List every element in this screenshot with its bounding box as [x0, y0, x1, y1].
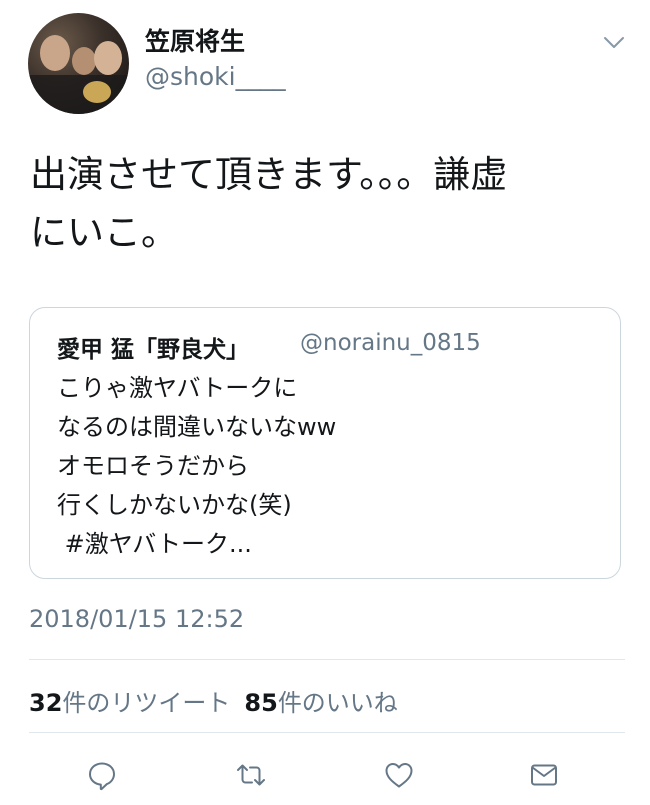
avatar[interactable] — [28, 13, 129, 114]
like-stat[interactable]: 85件のいいね — [244, 689, 397, 717]
quoted-text-line: こりゃ激ヤバトークに — [57, 374, 298, 402]
like-count: 85 — [244, 689, 278, 717]
like-button[interactable] — [379, 755, 419, 795]
avatar-face — [94, 41, 122, 75]
avatar-photo-bodies — [28, 75, 129, 114]
quoted-text-line[interactable]: #激ヤバトーク... — [57, 525, 336, 564]
engagement-stats: 32件のリツイート 85件のいいね — [29, 683, 398, 718]
retweet-icon — [237, 764, 265, 786]
avatar-face — [40, 35, 70, 71]
author-display-name[interactable]: 笠原将生 — [145, 22, 245, 58]
tweet-text-line: にいこ。 — [30, 211, 178, 254]
retweet-label: 件のリツイート — [62, 689, 231, 717]
quoted-author-name: 愛甲 猛「野良犬」 — [57, 337, 250, 363]
divider — [29, 732, 625, 733]
envelope-icon — [531, 764, 557, 786]
tweet-timestamp: 2018/01/15 12:52 — [29, 605, 245, 633]
quoted-author-handle: @norainu_0815 — [300, 330, 481, 356]
divider — [29, 659, 625, 660]
retweet-button[interactable] — [231, 755, 271, 795]
avatar-light — [83, 81, 111, 103]
retweet-stat[interactable]: 32件のリツイート — [29, 689, 230, 717]
reply-button[interactable] — [82, 755, 122, 795]
direct-message-button[interactable] — [524, 755, 564, 795]
quoted-tweet-text: こりゃ激ヤバトークに なるのは間違いないなww オモロそうだから 行くしかないか… — [57, 369, 336, 564]
quoted-text-line: 行くしかないかな(笑) — [57, 491, 292, 519]
like-label: 件のいいね — [277, 689, 398, 717]
tweet-text-line: 出演させて頂きます。。。謙虚 — [30, 153, 508, 196]
quoted-text-line: オモロそうだから — [57, 452, 249, 480]
chevron-down-icon[interactable] — [603, 36, 625, 50]
quoted-text-line: なるのは間違いないなww — [57, 413, 337, 441]
author-handle[interactable]: @shoki____ — [145, 62, 286, 91]
avatar-face — [72, 47, 96, 75]
tweet-text: 出演させて頂きます。。。謙虚 にいこ。 — [30, 146, 620, 262]
retweet-count: 32 — [29, 689, 63, 717]
heart-icon — [385, 763, 413, 788]
quoted-tweet-card[interactable]: 愛甲 猛「野良犬」 @norainu_0815 こりゃ激ヤバトークに なるのは間… — [29, 307, 621, 579]
reply-icon — [89, 762, 115, 791]
